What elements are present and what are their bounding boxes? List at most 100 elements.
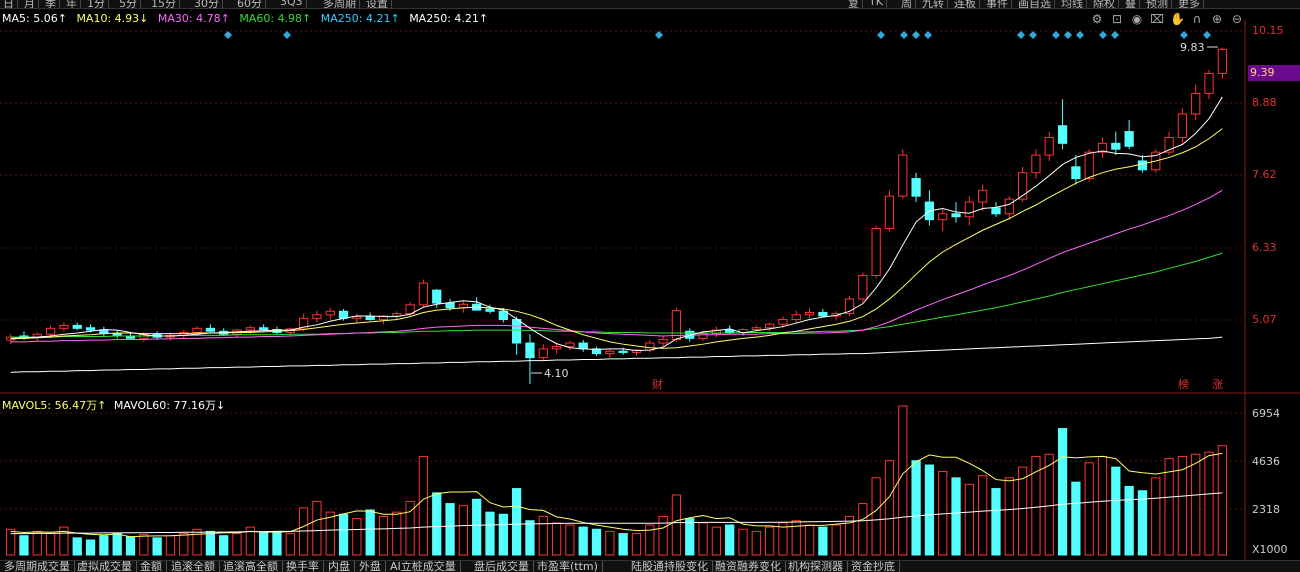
volume-bar [418, 455, 429, 556]
indicator-tab-8[interactable]: AI立桩成交量 [386, 561, 461, 572]
volume-bar [525, 520, 535, 556]
settings-icon[interactable]: ⚙ [1090, 12, 1104, 26]
candle-body [512, 319, 522, 344]
low-price-label: 4.10 [544, 367, 569, 380]
volume-bar [1124, 485, 1134, 556]
mavol5-line [10, 452, 1223, 538]
volume-bar [85, 539, 96, 556]
volume-bar [871, 477, 881, 556]
indicator-tab-5[interactable]: 换手率 [282, 561, 324, 572]
volume-bar [1071, 481, 1081, 556]
volume-bar [831, 524, 841, 556]
signal-diamond [1017, 31, 1025, 39]
indicator-tab-2[interactable]: 金额 [136, 561, 167, 572]
volume-bar [498, 513, 508, 556]
indicator-tab-3[interactable]: 追滚全额 [167, 561, 220, 572]
price-tick: 10.15 [1252, 24, 1284, 37]
event-marker-bang: 榜 [1178, 377, 1189, 391]
volume-bar [1111, 466, 1121, 556]
candle-body [485, 308, 495, 312]
indicator-tab-10[interactable]: 市盈率(ttm) [533, 561, 603, 572]
price-tick: 5.07 [1252, 313, 1277, 326]
volume-bar [565, 524, 575, 556]
ma250-line [10, 336, 1223, 373]
volume-bar [1217, 445, 1227, 556]
ma250a-legend: MA250: 4.21↑ [320, 12, 400, 25]
candle-body [605, 350, 615, 355]
event-marker-cai: 财 [652, 377, 663, 391]
volume-bar [365, 509, 375, 556]
volume-bar [898, 405, 908, 556]
volume-bar [1204, 451, 1214, 556]
volume-bar [778, 522, 788, 556]
candle-body [565, 342, 575, 348]
event-marker-zhang: 涨 [1212, 378, 1223, 391]
indicator-tab-0[interactable]: 多周期成交量 [0, 561, 75, 572]
indicator-tab-4[interactable]: 追滚高全额 [219, 561, 283, 572]
volume-bar [711, 526, 721, 556]
volume-bar [99, 535, 109, 556]
eye-icon[interactable]: ◉ [1130, 12, 1144, 26]
price-tick: 7.62 [1252, 168, 1277, 181]
candle-body [1031, 154, 1041, 174]
candle-body [964, 201, 974, 218]
volume-bar [312, 500, 322, 556]
volume-bar [1137, 490, 1148, 556]
candle-body [1217, 48, 1227, 74]
candle-body [871, 227, 881, 276]
candle-body [45, 327, 56, 335]
signal-diamond [1111, 31, 1119, 39]
volume-bar [432, 492, 442, 556]
volume-bar [512, 488, 522, 556]
vol-unit: X1000 [1252, 543, 1288, 556]
candle-body [1004, 198, 1014, 215]
fullscreen-icon[interactable]: ⊡ [1110, 12, 1124, 26]
candle-body [1084, 151, 1094, 180]
signal-diamond [877, 31, 885, 39]
ma60-legend: MA60: 4.98↑ [239, 12, 312, 25]
mavol60-line [10, 492, 1223, 535]
hand-icon[interactable]: ✋ [1170, 12, 1185, 26]
volume-bar [538, 515, 548, 556]
candle-body [898, 154, 908, 197]
indicator-tab-1[interactable]: 虚拟成交量 [73, 561, 137, 572]
indicator-tab-7[interactable]: 外盘 [355, 561, 386, 572]
volume-bar [112, 533, 122, 556]
magnet-icon[interactable]: ∩ [1190, 12, 1204, 26]
volume-bar [1084, 462, 1094, 556]
indicator-tab-9[interactable]: 盘后成交量 [470, 561, 534, 572]
volume-bar [285, 533, 295, 556]
volume-bar [578, 526, 588, 556]
zoom-out-icon[interactable]: ⊖ [1230, 12, 1244, 26]
candle-body [1124, 131, 1134, 147]
volume-bar [1191, 453, 1201, 556]
ma30-legend: MA30: 4.78↑ [157, 12, 230, 25]
volume-bar [219, 535, 229, 556]
candle-body [325, 310, 335, 316]
volume-bar [1151, 477, 1161, 556]
indicator-tab-14[interactable]: 资金抄底 [847, 561, 900, 572]
signal-diamond [224, 31, 232, 39]
vol-legend: MAVOL5: 56.47万↑ MAVOL60: 77.16万↓ [2, 397, 225, 413]
candle-body [791, 314, 801, 321]
candle-body [245, 327, 255, 331]
candle-body [1191, 92, 1201, 115]
ma10-legend: MA10: 4.93↓ [76, 12, 149, 25]
volume-bar [551, 522, 562, 556]
volume-bar [1044, 453, 1054, 556]
volume-bar [232, 533, 242, 556]
trash-icon[interactable]: ⌧ [1150, 12, 1164, 26]
zoom-in-icon[interactable]: ⊕ [1210, 12, 1224, 26]
ma10-line [10, 128, 1223, 349]
volume-bar [725, 524, 735, 556]
indicator-tab-6[interactable]: 内盘 [324, 561, 355, 572]
volume-bar [1057, 428, 1068, 556]
signal-diamond [924, 31, 932, 39]
chart-canvas: 9.83 4.10 财 榜 涨 [0, 20, 1300, 560]
indicator-tab-13[interactable]: 机构探测器 [784, 561, 848, 572]
candle-body [538, 348, 548, 359]
indicator-tab-12[interactable]: 融资融券变化 [711, 561, 786, 572]
candle-body [445, 302, 455, 309]
volume-bar [152, 537, 162, 556]
indicator-tab-11[interactable]: 陆股通持股变化 [627, 561, 713, 572]
